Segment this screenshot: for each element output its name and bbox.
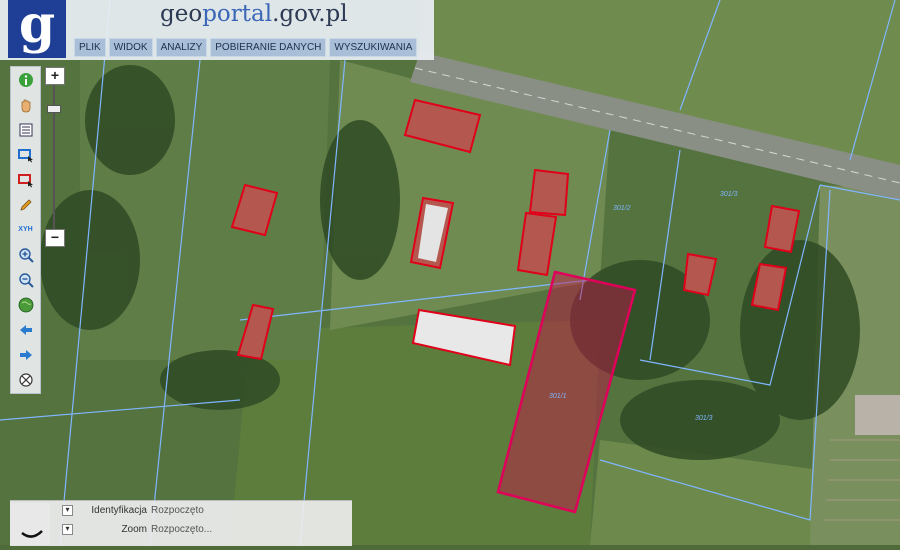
status-row-identify: ▾ Identyfikacja Rozpoczęto xyxy=(62,501,204,519)
status-toggle-1[interactable]: ▾ xyxy=(62,504,73,516)
overview-map-toggle[interactable] xyxy=(10,503,50,545)
status-label: Identyfikacja xyxy=(91,504,147,516)
site-title: geoportal.gov.pl xyxy=(160,1,348,27)
status-value: Rozpoczęto... xyxy=(151,523,213,535)
menu-wyszukiwania[interactable]: WYSZUKIWANIA xyxy=(329,38,418,57)
forward-arrow-icon[interactable] xyxy=(11,342,40,367)
globe-icon[interactable] xyxy=(11,292,40,317)
status-panel: ▾ Identyfikacja Rozpoczęto ▾ Zoom Rozpoc… xyxy=(10,500,352,546)
menu-pobieranie-danych[interactable]: POBIERANIE DANYCH xyxy=(210,38,327,57)
geoportal-logo[interactable]: g xyxy=(8,0,66,58)
status-label: Zoom xyxy=(121,523,147,535)
header: g geoportal.gov.pl PLIK WIDOK ANALIZY PO… xyxy=(0,0,434,60)
crosshair-icon[interactable] xyxy=(11,367,40,392)
info-icon[interactable] xyxy=(11,67,40,92)
parcel-label-a: 301/2 xyxy=(613,205,631,212)
title-mid: portal xyxy=(202,1,273,27)
parcel-label-c: 301/1 xyxy=(549,393,567,400)
pan-hand-icon[interactable] xyxy=(11,92,40,117)
parcel-label-b: 301/3 xyxy=(720,191,738,198)
map-canvas[interactable]: 301/2 301/3 301/1 301/3 xyxy=(0,0,900,545)
select-red-icon[interactable] xyxy=(11,167,40,192)
menu-analizy[interactable]: ANALIZY xyxy=(155,38,208,57)
select-blue-icon[interactable] xyxy=(11,142,40,167)
title-prefix: geo xyxy=(160,1,203,27)
status-value: Rozpoczęto xyxy=(151,504,204,516)
zoom-minus-button[interactable]: − xyxy=(45,229,65,247)
back-arrow-icon[interactable] xyxy=(11,317,40,342)
title-suffix: .gov.pl xyxy=(272,1,348,27)
zoom-plus-button[interactable]: + xyxy=(45,67,65,85)
pencil-icon[interactable] xyxy=(11,192,40,217)
menu-plik[interactable]: PLIK xyxy=(74,38,106,57)
main-menu: PLIK WIDOK ANALIZY POBIERANIE DANYCH WYS… xyxy=(74,38,418,57)
xyh-icon[interactable]: XYH xyxy=(11,217,40,242)
zoom-out-icon[interactable] xyxy=(11,267,40,292)
status-toggle-2[interactable]: ▾ xyxy=(62,523,73,535)
zoom-in-icon[interactable] xyxy=(11,242,40,267)
zoom-control: + − xyxy=(45,67,65,247)
status-row-zoom: ▾ Zoom Rozpoczęto... xyxy=(62,520,212,538)
menu-widok[interactable]: WIDOK xyxy=(108,38,153,57)
legend-list-icon[interactable] xyxy=(11,117,40,142)
zoom-slider-handle[interactable] xyxy=(47,105,61,113)
tool-palette: XYH xyxy=(10,66,41,394)
barn-roof xyxy=(855,395,900,435)
parcel-label-d: 301/3 xyxy=(695,415,713,422)
xyh-label: XYH xyxy=(18,226,33,233)
